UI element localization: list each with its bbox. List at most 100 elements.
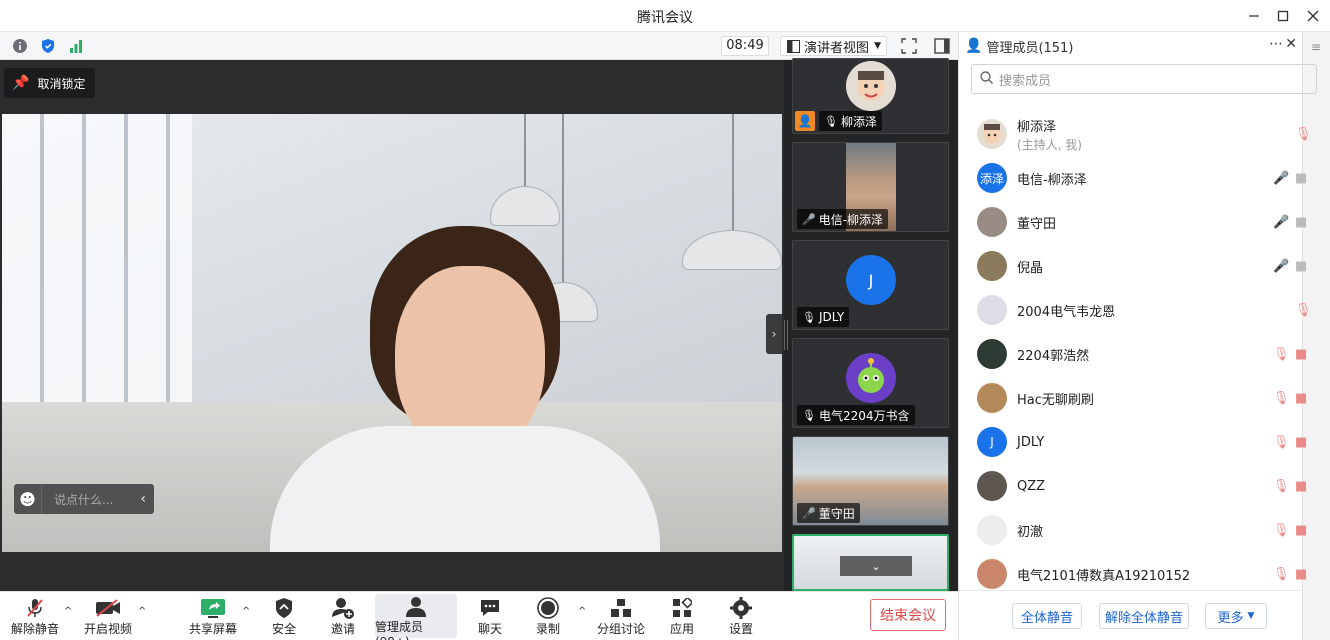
user-icon: 👤 [965,38,983,54]
list-item[interactable]: 2204郭浩然 🎙 ■ [959,332,1307,376]
mic-muted-icon[interactable]: 🎙 [1295,303,1312,318]
toggle-sidebar-button[interactable] [933,37,951,55]
maximize-icon [1277,10,1289,22]
quick-chat-box[interactable]: ☻ 说点什么... ‹ [14,484,154,514]
security-shield-button[interactable] [39,37,57,55]
info-button[interactable] [11,37,29,55]
camera-icon[interactable]: ■ [1295,215,1307,230]
list-item[interactable]: Hac无聊刷刷 🎙 ■ [959,376,1307,420]
share-screen-icon [201,599,225,618]
main-stage: 📌 取消锁定 ☻ 说点什么... ‹ › [0,60,784,591]
end-meeting-button[interactable]: 结束会议 [870,599,946,631]
video-options-caret[interactable]: ^ [138,606,146,617]
panel-side-rail: ≡ [1302,32,1330,640]
record-button[interactable]: 录制 [528,594,568,638]
list-item[interactable]: 柳添泽 (主持人, 我) 🎙 [959,112,1312,156]
mic-muted-icon[interactable]: 🎙 [1273,479,1290,494]
mic-muted-icon[interactable]: 🎙 [1273,523,1290,538]
member-search-input[interactable]: 搜索成员 [971,64,1317,94]
list-item[interactable]: 初澈 🎙 ■ [959,508,1307,552]
manage-members-button[interactable]: 管理成员(99+) [375,594,457,640]
minimize-button[interactable] [1240,4,1268,28]
sidebar-toggle-icon [934,38,950,54]
more-options-icon[interactable]: ⋯ [1269,36,1283,52]
mic-muted-icon[interactable]: 🎙 [1273,391,1290,406]
chevron-down-icon: ⌄ [871,559,881,573]
collapse-strip-button[interactable]: › [766,314,782,354]
mic-icon[interactable]: 🎤 [1273,215,1289,230]
list-item[interactable]: J JDLY 🎙 ■ [959,420,1307,464]
thumbnail-tile[interactable]: 🎤 董守田 [792,436,949,526]
thumbnail-tile[interactable]: J 🎙 JDLY [792,240,949,330]
apps-button[interactable]: 应用 [662,594,702,638]
camera-off-icon[interactable]: ■ [1295,567,1307,582]
mic-muted-icon[interactable]: 🎙 [1273,435,1290,450]
member-name: 初澈 [1017,524,1044,540]
mic-muted-icon [27,599,43,617]
view-mode-dropdown[interactable]: 演讲者视图 ▼ [780,36,887,56]
share-options-caret[interactable]: ^ [242,606,250,617]
member-name: Hac无聊刷刷 [1017,392,1094,408]
mic-icon[interactable]: 🎤 [1273,259,1289,274]
avatar [846,353,896,403]
settings-button[interactable]: 设置 [721,594,761,638]
camera-off-icon[interactable]: ■ [1295,523,1307,538]
thumbnail-tile[interactable]: 🎙 电气2204万书含 [792,338,949,428]
view-mode-label: 演讲者视图 [804,40,870,56]
chat-button[interactable]: 聊天 [470,594,510,638]
record-options-caret[interactable]: ^ [578,606,586,617]
unmute-button[interactable]: 解除静音 [8,594,62,638]
mic-muted-icon[interactable]: 🎙 [1273,347,1290,362]
avatar [977,515,1007,545]
speaker-person [250,226,660,552]
tile-options-button[interactable]: ⌄ [840,556,912,576]
unpin-button[interactable]: 📌 取消锁定 [4,68,96,98]
maximize-button[interactable] [1269,4,1297,28]
list-item[interactable]: 倪晶 🎤 ■ [959,244,1307,288]
list-item[interactable]: QZZ 🎙 ■ [959,464,1307,508]
invite-button[interactable]: 邀请 [320,594,366,638]
members-panel: 👤 管理成员(151) ⋯ ✕ ≡ 搜索成员 柳添泽 (主持人, 我) 🎙 添泽… [958,32,1330,640]
mic-icon[interactable]: 🎤 [1273,171,1289,186]
more-button[interactable]: 更多 ▼ [1205,603,1267,629]
layout-icon [787,39,800,53]
close-panel-icon[interactable]: ✕ [1285,36,1297,52]
mic-muted-icon[interactable]: 🎙 [1273,567,1290,582]
window-title: 腾讯会议 [637,10,693,26]
mute-all-button[interactable]: 全体静音 [1012,603,1082,629]
unmute-all-button[interactable]: 解除全体静音 [1099,603,1189,629]
pin-icon: 📌 [12,75,30,91]
unpin-label: 取消锁定 [37,76,86,91]
avatar [977,339,1007,369]
list-item[interactable]: 董守田 🎤 ■ [959,200,1307,244]
thumbnail-tile-self[interactable]: ⌄ [792,534,949,591]
shield-icon [276,598,292,618]
fullscreen-button[interactable] [900,37,918,55]
collapse-chevron-icon[interactable]: ‹ [140,491,146,507]
camera-off-icon[interactable]: ■ [1295,479,1307,494]
avatar [977,471,1007,501]
emoji-icon[interactable]: ☻ [14,484,42,514]
menu-icon[interactable]: ≡ [1311,40,1321,54]
security-button[interactable]: 安全 [262,594,306,638]
camera-off-icon [96,599,120,617]
list-item[interactable]: 2004电气韦龙恩 🎙 [959,288,1312,332]
close-window-button[interactable] [1299,4,1327,28]
camera-off-icon[interactable]: ■ [1295,347,1307,362]
audio-options-caret[interactable]: ^ [64,606,72,617]
camera-off-icon[interactable]: ■ [1295,435,1307,450]
breakout-button[interactable]: 分组讨论 [596,594,646,638]
mic-muted-icon[interactable]: 🎙 [1295,127,1312,142]
thumbnail-tile[interactable]: 🎤 电信-柳添泽 [792,142,949,232]
thumbnail-tile[interactable]: 👤 🎙 柳添泽 [792,58,949,134]
start-video-button[interactable]: 开启视频 [80,594,136,638]
meeting-toolbar: 08:49 演讲者视图 ▼ [0,32,958,60]
camera-off-icon[interactable]: ■ [1295,391,1307,406]
share-screen-button[interactable]: 共享屏幕 [186,594,240,638]
network-status-button[interactable] [67,37,85,55]
camera-icon[interactable]: ■ [1295,259,1307,274]
more-label: 更多 [1217,610,1244,626]
camera-icon[interactable]: ■ [1295,171,1307,186]
list-item[interactable]: 添泽 电信-柳添泽 🎤 ■ [959,156,1307,200]
strip-resize-handle[interactable] [784,320,788,350]
